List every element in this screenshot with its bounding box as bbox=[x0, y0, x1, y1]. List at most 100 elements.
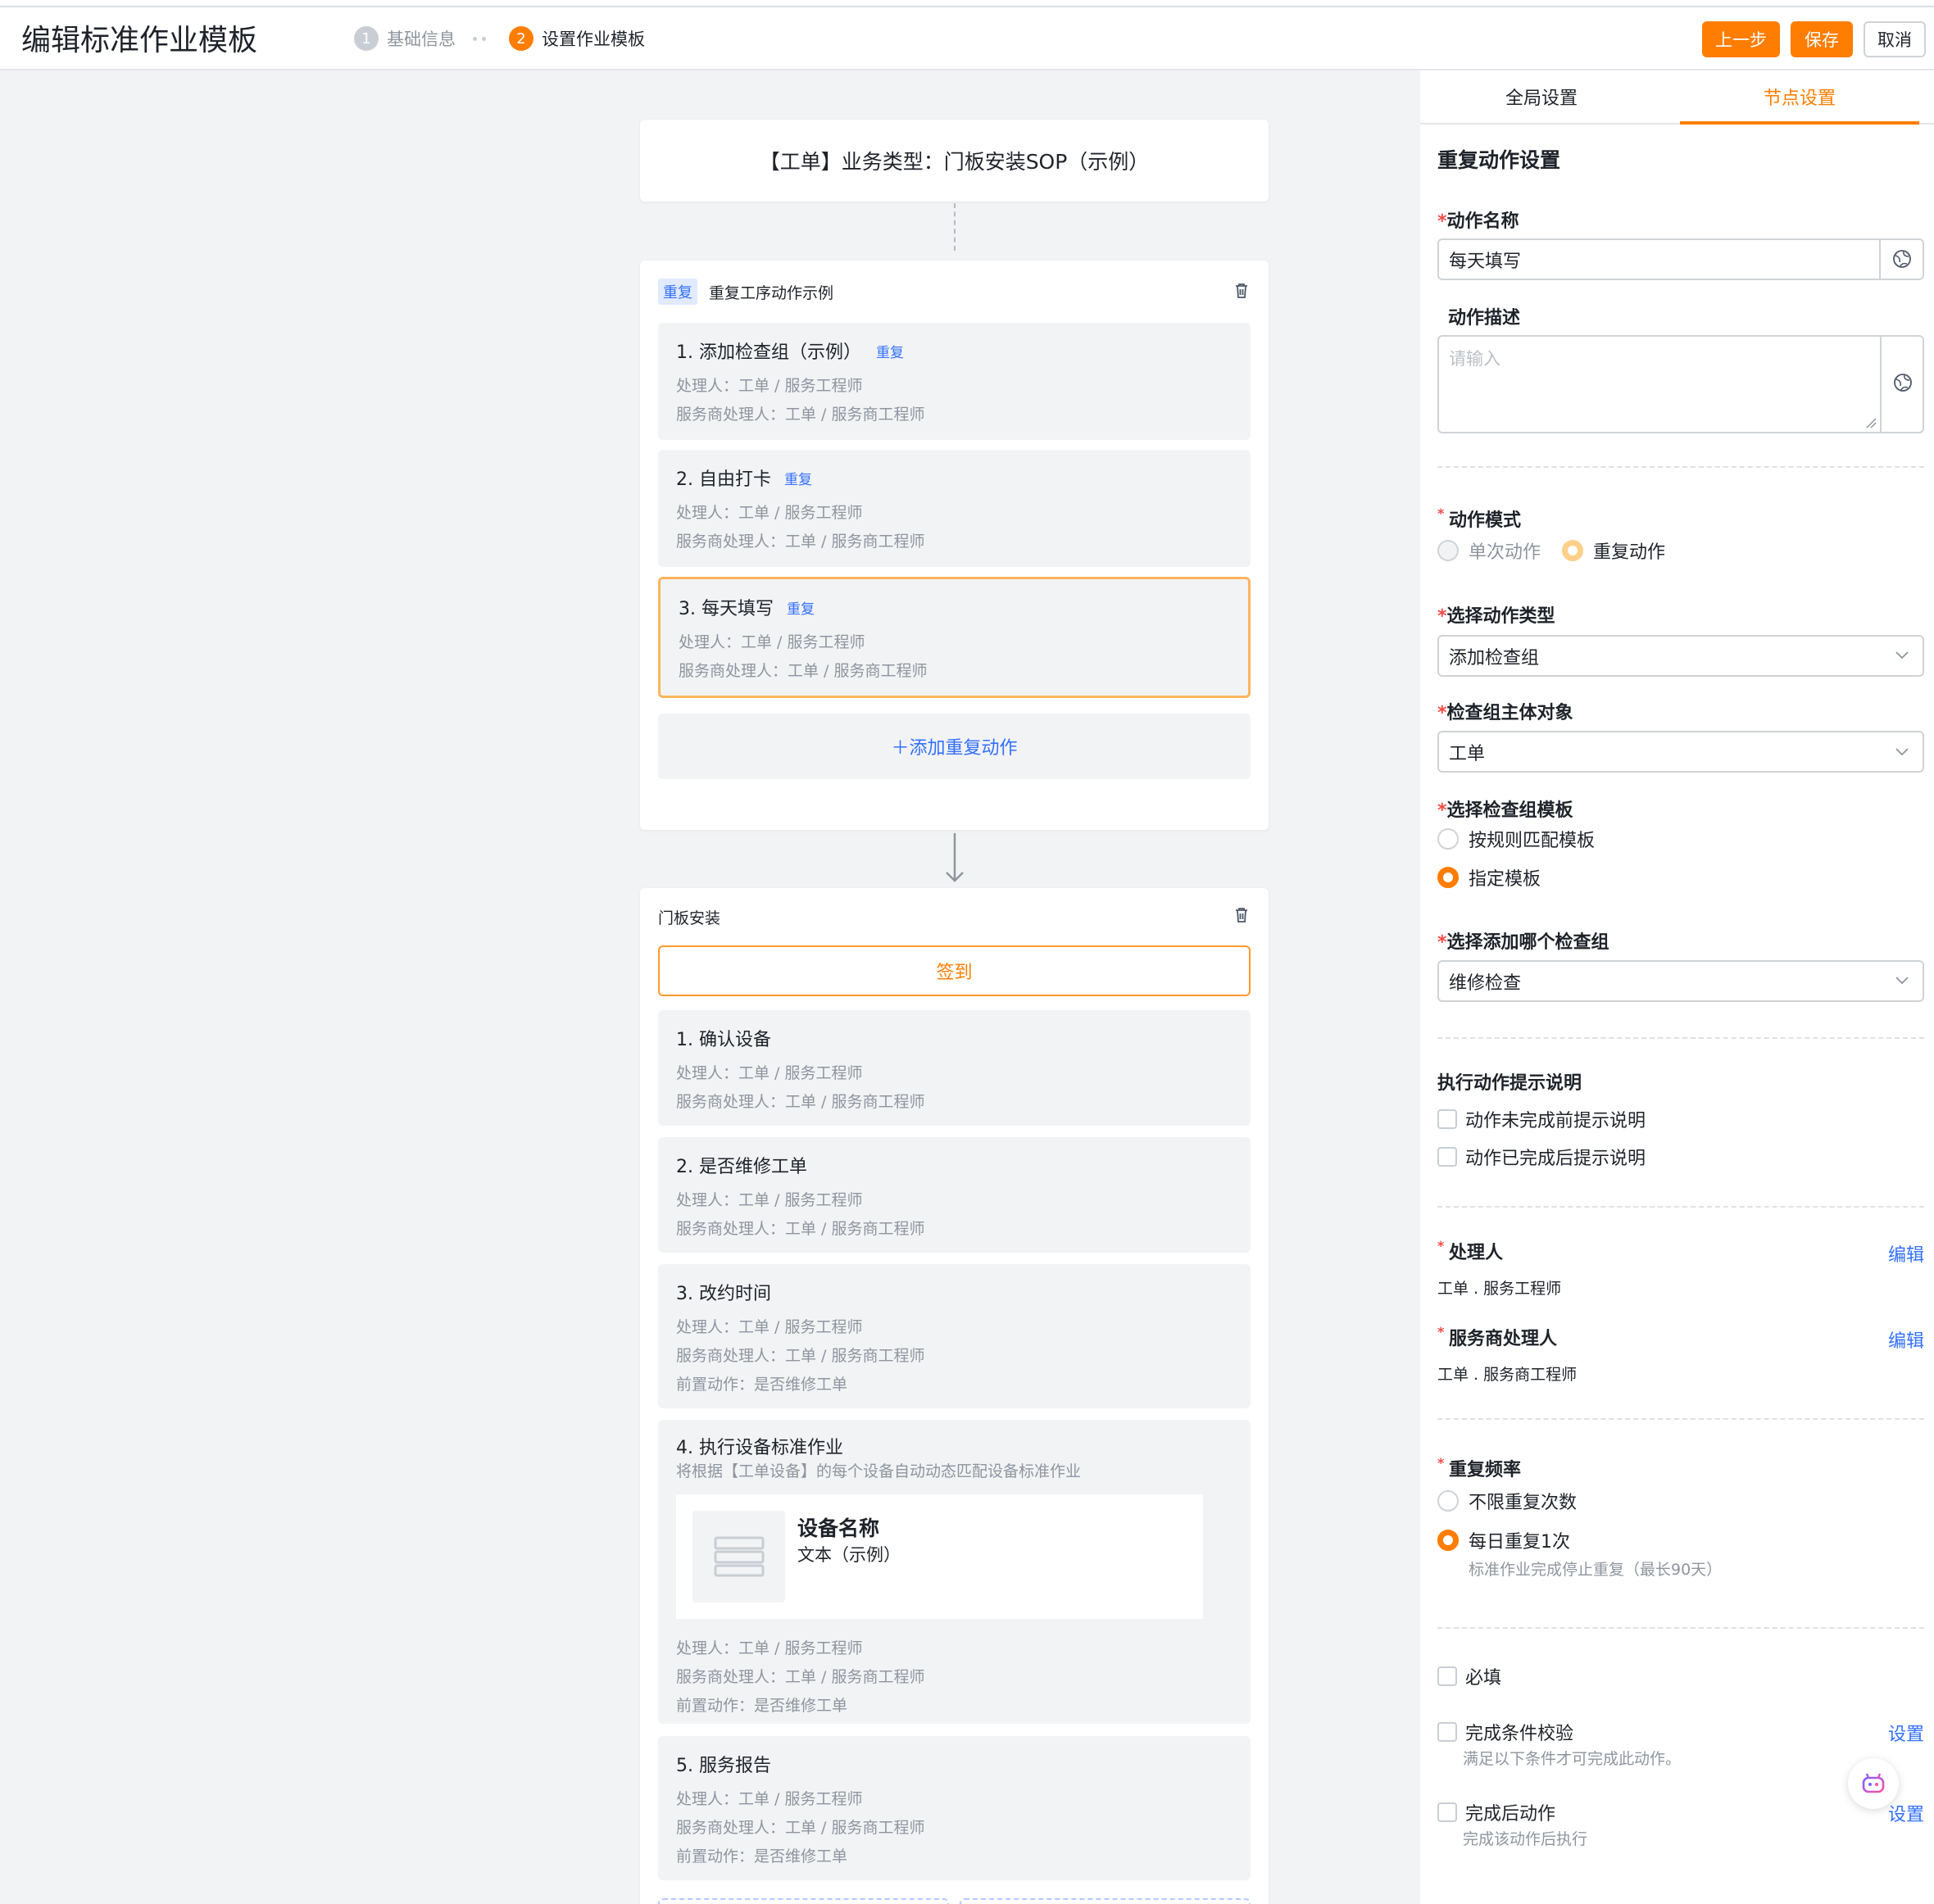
mode-single-radio[interactable]: 单次动作 bbox=[1437, 537, 1541, 564]
action-prerequisite: 前置动作：是否维修工单 bbox=[676, 1847, 848, 1865]
radio-circle-selected bbox=[1562, 540, 1583, 561]
action-handler: 处理人：工单 / 服务工程师 bbox=[676, 1191, 863, 1209]
after-action-hint: 完成该动作后执行 bbox=[1463, 1830, 1588, 1848]
handler-label: * 处理人 bbox=[1437, 1238, 1503, 1263]
radio-circle-selected bbox=[1437, 867, 1459, 888]
required-checkbox[interactable]: 必填 bbox=[1437, 1663, 1501, 1689]
tip-before-checkbox[interactable]: 动作未完成前提示说明 bbox=[1437, 1106, 1646, 1132]
action-desc-textarea[interactable]: 请输入 bbox=[1437, 335, 1924, 433]
action-handler: 处理人：工单 / 服务工程师 bbox=[676, 1790, 863, 1808]
template-specified-radio[interactable]: 指定模板 bbox=[1437, 864, 1541, 891]
start-node[interactable]: 【工单】业务类型：门板安装SOP（示例） bbox=[640, 120, 1269, 202]
globe-icon[interactable] bbox=[1892, 249, 1912, 269]
sp-handler-label: * 服务商处理人 bbox=[1437, 1324, 1557, 1349]
install-action-1[interactable]: 1. 确认设备 处理人：工单 / 服务工程师 服务商处理人：工单 / 服务商工程… bbox=[658, 1010, 1251, 1126]
device-placeholder bbox=[692, 1511, 785, 1603]
condition-check-checkbox[interactable]: 完成条件校验 bbox=[1437, 1719, 1573, 1745]
after-action-set-link[interactable]: 设置 bbox=[1888, 1800, 1924, 1826]
repeat-tag: 重复 bbox=[658, 279, 697, 305]
checkbox-box bbox=[1437, 1147, 1457, 1167]
subject-select[interactable]: 工单 bbox=[1437, 731, 1924, 773]
action-name-input[interactable]: 每天填写 bbox=[1437, 238, 1924, 280]
install-action-2[interactable]: 2. 是否维修工单 处理人：工单 / 服务工程师 服务商处理人：工单 / 服务商… bbox=[658, 1137, 1251, 1253]
radio-circle bbox=[1437, 1490, 1459, 1512]
freq-unlimited-radio[interactable]: 不限重复次数 bbox=[1437, 1488, 1577, 1514]
sp-handler-edit-link[interactable]: 编辑 bbox=[1888, 1326, 1924, 1353]
repeat-badge: 重复 bbox=[786, 601, 815, 618]
action-title: 4. 执行设备标准作业 bbox=[676, 1438, 843, 1458]
install-action-4[interactable]: 4. 执行设备标准作业 将根据【工单设备】的每个设备自动动态匹配设备标准作业 设… bbox=[658, 1420, 1251, 1724]
action-handler: 处理人：工单 / 服务工程师 bbox=[676, 377, 863, 395]
radio-circle-selected bbox=[1437, 1530, 1459, 1551]
action-sp-handler: 服务商处理人：工单 / 服务商工程师 bbox=[676, 406, 925, 424]
radio-label: 每日重复1次 bbox=[1469, 1532, 1570, 1553]
action-handler: 处理人：工单 / 服务工程师 bbox=[679, 633, 865, 651]
globe-icon[interactable] bbox=[1893, 373, 1913, 392]
install-action-3[interactable]: 3. 改约时间 处理人：工单 / 服务工程师 服务商处理人：工单 / 服务商工程… bbox=[658, 1264, 1251, 1408]
after-action-checkbox[interactable]: 完成后动作 bbox=[1437, 1799, 1555, 1825]
radio-circle bbox=[1437, 828, 1459, 850]
tip-after-checkbox[interactable]: 动作已完成后提示说明 bbox=[1437, 1144, 1646, 1170]
action-sp-handler: 服务商处理人：工单 / 服务商工程师 bbox=[676, 1347, 925, 1365]
prev-button[interactable]: 上一步 bbox=[1702, 21, 1780, 57]
trash-icon[interactable] bbox=[1234, 907, 1249, 923]
which-group-select[interactable]: 维修检查 bbox=[1437, 960, 1924, 1002]
action-type-select[interactable]: 添加检查组 bbox=[1437, 635, 1924, 677]
add-action-slot[interactable] bbox=[658, 1898, 949, 1904]
repeat-stage-title: 重复工序动作示例 bbox=[709, 283, 834, 302]
action-prerequisite: 前置动作：是否维修工单 bbox=[676, 1376, 848, 1394]
top-strip bbox=[0, 0, 1934, 7]
tab-global-settings[interactable]: 全局设置 bbox=[1420, 84, 1663, 110]
action-desc-label: 动作描述 bbox=[1448, 308, 1521, 329]
radio-label: 按规则匹配模板 bbox=[1469, 831, 1596, 851]
tips-label: 执行动作提示说明 bbox=[1437, 1073, 1582, 1094]
checkbox-label: 完成条件校验 bbox=[1465, 1724, 1574, 1744]
install-action-5[interactable]: 5. 服务报告 处理人：工单 / 服务工程师 服务商处理人：工单 / 服务商工程… bbox=[658, 1736, 1251, 1880]
chevron-down-icon bbox=[1895, 651, 1909, 660]
add-repeat-action-button[interactable]: ＋添加重复动作 bbox=[658, 714, 1251, 779]
install-stage-card[interactable]: 门板安装 签到 1. 确认设备 处理人：工单 / 服务工程师 服务商处理人：工单… bbox=[640, 888, 1269, 1904]
mode-label: * 动作模式 bbox=[1437, 505, 1521, 531]
arrow-down-icon bbox=[946, 833, 964, 882]
step-1[interactable]: 1 基础信息 bbox=[354, 26, 456, 51]
device-card: 设备名称 文本（示例） bbox=[676, 1494, 1203, 1619]
condition-set-link[interactable]: 设置 bbox=[1888, 1720, 1924, 1746]
action-sp-handler: 服务商处理人：工单 / 服务商工程师 bbox=[676, 1668, 925, 1686]
handler-edit-link[interactable]: 编辑 bbox=[1888, 1240, 1924, 1267]
action-handler: 处理人：工单 / 服务工程师 bbox=[676, 1318, 863, 1336]
chevron-down-icon bbox=[1895, 748, 1909, 756]
repeat-action-3-selected[interactable]: 3. 每天填写 重复 处理人：工单 / 服务工程师 服务商处理人：工单 / 服务… bbox=[658, 577, 1251, 698]
sp-handler-value: 工单 . 服务商工程师 bbox=[1437, 1366, 1578, 1384]
resize-handle-icon[interactable] bbox=[1865, 417, 1877, 428]
trash-icon[interactable] bbox=[1234, 283, 1249, 299]
tab-node-settings[interactable]: 节点设置 bbox=[1680, 84, 1919, 110]
radio-label: 不限重复次数 bbox=[1469, 1493, 1578, 1513]
assistant-bot-button[interactable] bbox=[1848, 1758, 1899, 1809]
repeat-action-2[interactable]: 2. 自由打卡 重复 处理人：工单 / 服务工程师 服务商处理人：工单 / 服务… bbox=[658, 450, 1251, 567]
action-description: 将根据【工单设备】的每个设备自动动态匹配设备标准作业 bbox=[676, 1462, 1082, 1480]
template-label: *选择检查组模板 bbox=[1437, 800, 1573, 821]
add-action-slot[interactable] bbox=[960, 1898, 1251, 1904]
which-group-label: *选择添加哪个检查组 bbox=[1437, 932, 1609, 953]
action-sp-handler: 服务商处理人：工单 / 服务商工程师 bbox=[679, 662, 928, 680]
repeat-stage-card[interactable]: 重复 重复工序动作示例 1. 添加检查组（示例） 重复 处理人：工单 / 服务工… bbox=[640, 261, 1269, 830]
action-title: 2. 是否维修工单 bbox=[676, 1157, 807, 1177]
device-image-icon bbox=[714, 1536, 764, 1577]
action-name-value: 每天填写 bbox=[1449, 251, 1522, 272]
freq-daily-radio[interactable]: 每日重复1次 bbox=[1437, 1527, 1570, 1553]
template-rule-radio[interactable]: 按规则匹配模板 bbox=[1437, 826, 1595, 852]
mode-repeat-radio[interactable]: 重复动作 bbox=[1562, 537, 1665, 564]
action-name-label: *动作名称 bbox=[1437, 211, 1519, 232]
save-button[interactable]: 保存 bbox=[1791, 21, 1853, 57]
cancel-button[interactable]: 取消 bbox=[1864, 21, 1926, 57]
action-title: 1. 添加检查组（示例） bbox=[676, 342, 861, 363]
checkbox-box bbox=[1437, 1666, 1457, 1686]
repeat-action-1[interactable]: 1. 添加检查组（示例） 重复 处理人：工单 / 服务工程师 服务商处理人：工单… bbox=[658, 323, 1251, 440]
page-title: 编辑标准作业模板 bbox=[21, 24, 258, 57]
repeat-stage-header: 重复 重复工序动作示例 bbox=[658, 279, 833, 305]
checkin-button[interactable]: 签到 bbox=[658, 945, 1251, 996]
bot-icon bbox=[1862, 1773, 1885, 1793]
radio-label: 重复动作 bbox=[1593, 542, 1666, 563]
checkbox-label: 动作已完成后提示说明 bbox=[1465, 1149, 1646, 1169]
step-2[interactable]: 2 设置作业模板 bbox=[509, 26, 645, 51]
